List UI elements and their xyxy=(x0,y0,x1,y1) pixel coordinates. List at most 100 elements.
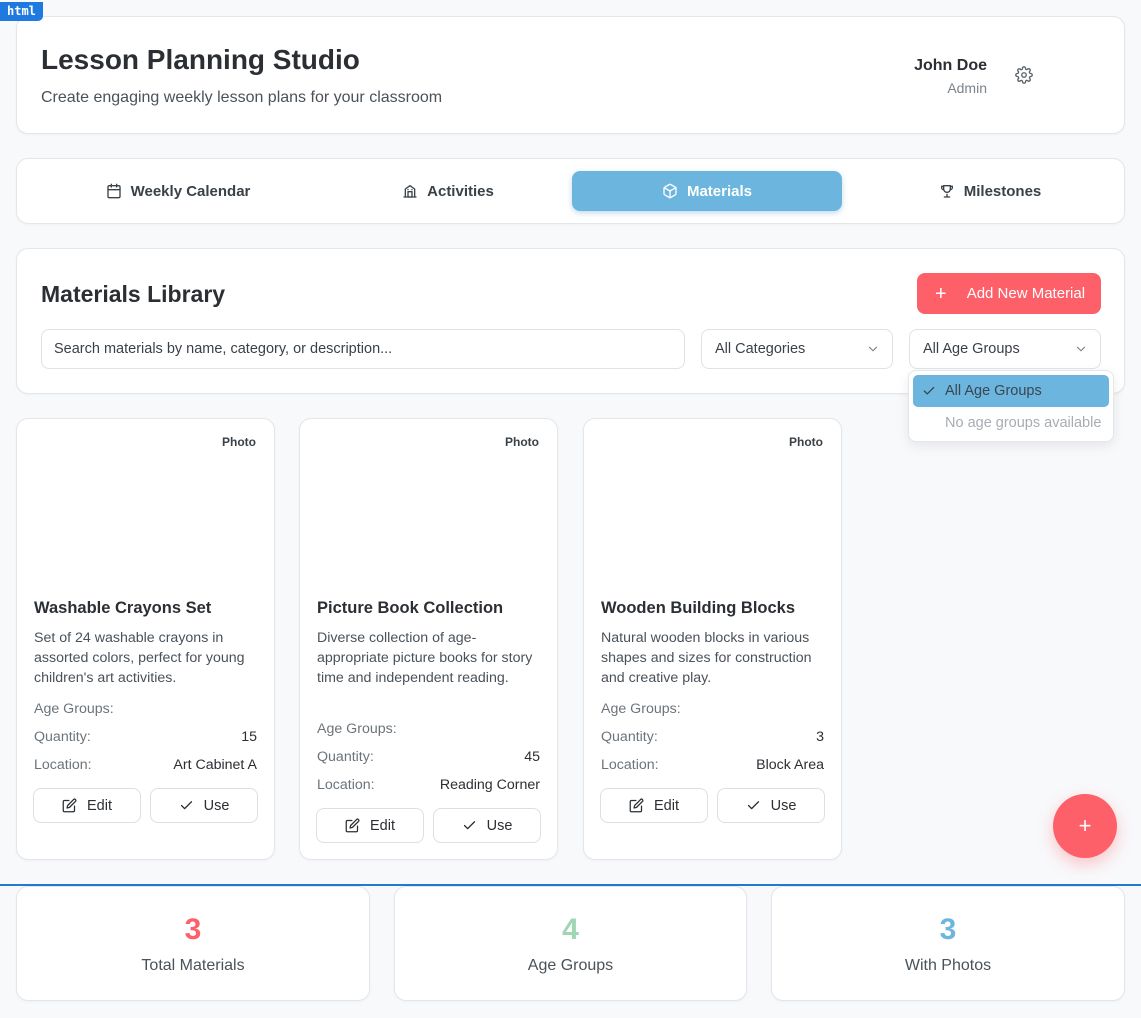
material-description: Set of 24 washable crayons in assorted c… xyxy=(34,630,245,686)
age-group-select-value: All Age Groups xyxy=(923,341,1020,357)
material-name: Picture Book Collection xyxy=(317,599,504,617)
category-select-value: All Categories xyxy=(715,341,806,357)
location-label: Location: xyxy=(34,757,92,773)
edit-button[interactable]: Edit xyxy=(316,808,424,843)
building-icon xyxy=(403,185,417,198)
quantity-row: Quantity: 3 xyxy=(601,729,824,745)
stat-card-age-groups: 4 Age Groups xyxy=(394,886,747,1001)
age-groups-label: Age Groups: xyxy=(601,701,681,717)
category-select[interactable]: All Categories xyxy=(701,329,893,369)
edit-label: Edit xyxy=(87,797,112,814)
dropdown-option-label: All Age Groups xyxy=(945,383,1042,399)
add-material-button[interactable]: + Add New Material xyxy=(917,273,1101,314)
plus-icon: + xyxy=(935,282,947,305)
tab-materials[interactable]: Materials xyxy=(572,171,842,211)
trophy-icon xyxy=(940,185,953,198)
age-groups-label: Age Groups: xyxy=(34,701,114,717)
material-description: Natural wooden blocks in various shapes … xyxy=(601,630,812,686)
material-description: Diverse collection of age-appropriate pi… xyxy=(317,630,533,686)
age-groups-row: Age Groups: xyxy=(601,701,824,717)
age-group-dropdown: All Age Groups No age groups available xyxy=(908,370,1114,442)
location-value: Block Area xyxy=(756,757,824,773)
quantity-label: Quantity: xyxy=(317,749,374,765)
quantity-label: Quantity: xyxy=(34,729,91,745)
tab-label: Milestones xyxy=(963,182,1042,200)
stat-card-with-photos: 3 With Photos xyxy=(771,886,1125,1001)
stat-label: Age Groups xyxy=(527,957,614,974)
tab-weekly-calendar[interactable]: Weekly Calendar xyxy=(43,171,313,211)
stat-value: 4 xyxy=(562,913,579,946)
html-badge: html xyxy=(0,2,43,21)
app-subtitle: Create engaging weekly lesson plans for … xyxy=(41,89,443,106)
user-name: John Doe xyxy=(914,57,987,74)
dropdown-option-label: No age groups available xyxy=(945,415,1102,431)
use-button[interactable]: Use xyxy=(150,788,258,823)
quantity-row: Quantity: 15 xyxy=(34,729,257,745)
tab-label: Materials xyxy=(686,182,753,200)
app-header: Lesson Planning Studio Create engaging w… xyxy=(16,16,1125,134)
edit-button[interactable]: Edit xyxy=(33,788,141,823)
app-title: Lesson Planning Studio xyxy=(41,44,360,75)
chevron-down-icon xyxy=(1076,346,1086,352)
box-icon xyxy=(663,183,677,199)
material-card: Photo Washable Crayons Set Set of 24 was… xyxy=(16,418,275,860)
plus-icon: + xyxy=(1078,813,1092,838)
search-input[interactable] xyxy=(41,329,685,369)
location-value: Art Cabinet A xyxy=(173,757,257,773)
quantity-label: Quantity: xyxy=(601,729,658,745)
stat-value: 3 xyxy=(184,913,202,946)
quantity-value: 3 xyxy=(816,729,824,745)
stat-value: 3 xyxy=(939,913,957,946)
material-name: Washable Crayons Set xyxy=(34,599,212,617)
age-groups-row: Age Groups: xyxy=(317,721,540,737)
photo-label: Photo xyxy=(505,435,539,449)
edit-label: Edit xyxy=(370,817,395,834)
dropdown-option-all-age-groups[interactable]: All Age Groups xyxy=(913,375,1109,407)
location-label: Location: xyxy=(601,757,659,773)
use-label: Use xyxy=(486,817,513,834)
edit-button[interactable]: Edit xyxy=(600,788,708,823)
location-row: Location: Art Cabinet A xyxy=(34,757,257,773)
user-role: Admin xyxy=(947,80,987,96)
use-label: Use xyxy=(203,797,230,814)
age-group-select[interactable]: All Age Groups xyxy=(909,329,1101,369)
edit-icon xyxy=(629,798,644,813)
tab-bar: Weekly Calendar Activities Materials Mil… xyxy=(16,158,1125,224)
use-button[interactable]: Use xyxy=(717,788,825,823)
edit-icon xyxy=(345,818,360,833)
check-icon xyxy=(923,386,935,395)
location-row: Location: Block Area xyxy=(601,757,824,773)
material-card: Photo Wooden Building Blocks Natural woo… xyxy=(583,418,842,860)
location-row: Location: Reading Corner xyxy=(317,777,540,793)
location-value: Reading Corner xyxy=(439,777,540,793)
quantity-row: Quantity: 45 xyxy=(317,749,540,765)
material-card: Photo Picture Book Collection Diverse co… xyxy=(299,418,558,860)
floating-add-button[interactable]: + xyxy=(1053,794,1117,858)
edit-icon xyxy=(62,798,77,813)
use-label: Use xyxy=(770,797,797,814)
check-icon xyxy=(747,801,759,810)
chevron-down-icon xyxy=(868,346,878,352)
gear-icon[interactable] xyxy=(1015,66,1033,84)
stat-label: With Photos xyxy=(904,957,992,974)
age-groups-label: Age Groups: xyxy=(317,721,397,737)
photo-label: Photo xyxy=(789,435,823,449)
stat-label: Total Materials xyxy=(141,957,245,974)
age-groups-row: Age Groups: xyxy=(34,701,257,717)
use-button[interactable]: Use xyxy=(433,808,541,843)
photo-label: Photo xyxy=(222,435,256,449)
quantity-value: 45 xyxy=(524,749,540,765)
tab-label: Activities xyxy=(427,182,494,200)
location-label: Location: xyxy=(317,777,375,793)
check-icon xyxy=(180,801,192,810)
tab-milestones[interactable]: Milestones xyxy=(855,171,1125,211)
tab-activities[interactable]: Activities xyxy=(313,171,583,211)
stat-card-total-materials: 3 Total Materials xyxy=(16,886,370,1001)
calendar-icon xyxy=(106,183,121,199)
dropdown-option-none: No age groups available xyxy=(913,407,1109,439)
edit-label: Edit xyxy=(654,797,679,814)
check-icon xyxy=(463,821,475,830)
library-title: Materials Library xyxy=(41,281,226,307)
add-material-label: Add New Material xyxy=(966,285,1086,302)
material-name: Wooden Building Blocks xyxy=(601,599,796,617)
